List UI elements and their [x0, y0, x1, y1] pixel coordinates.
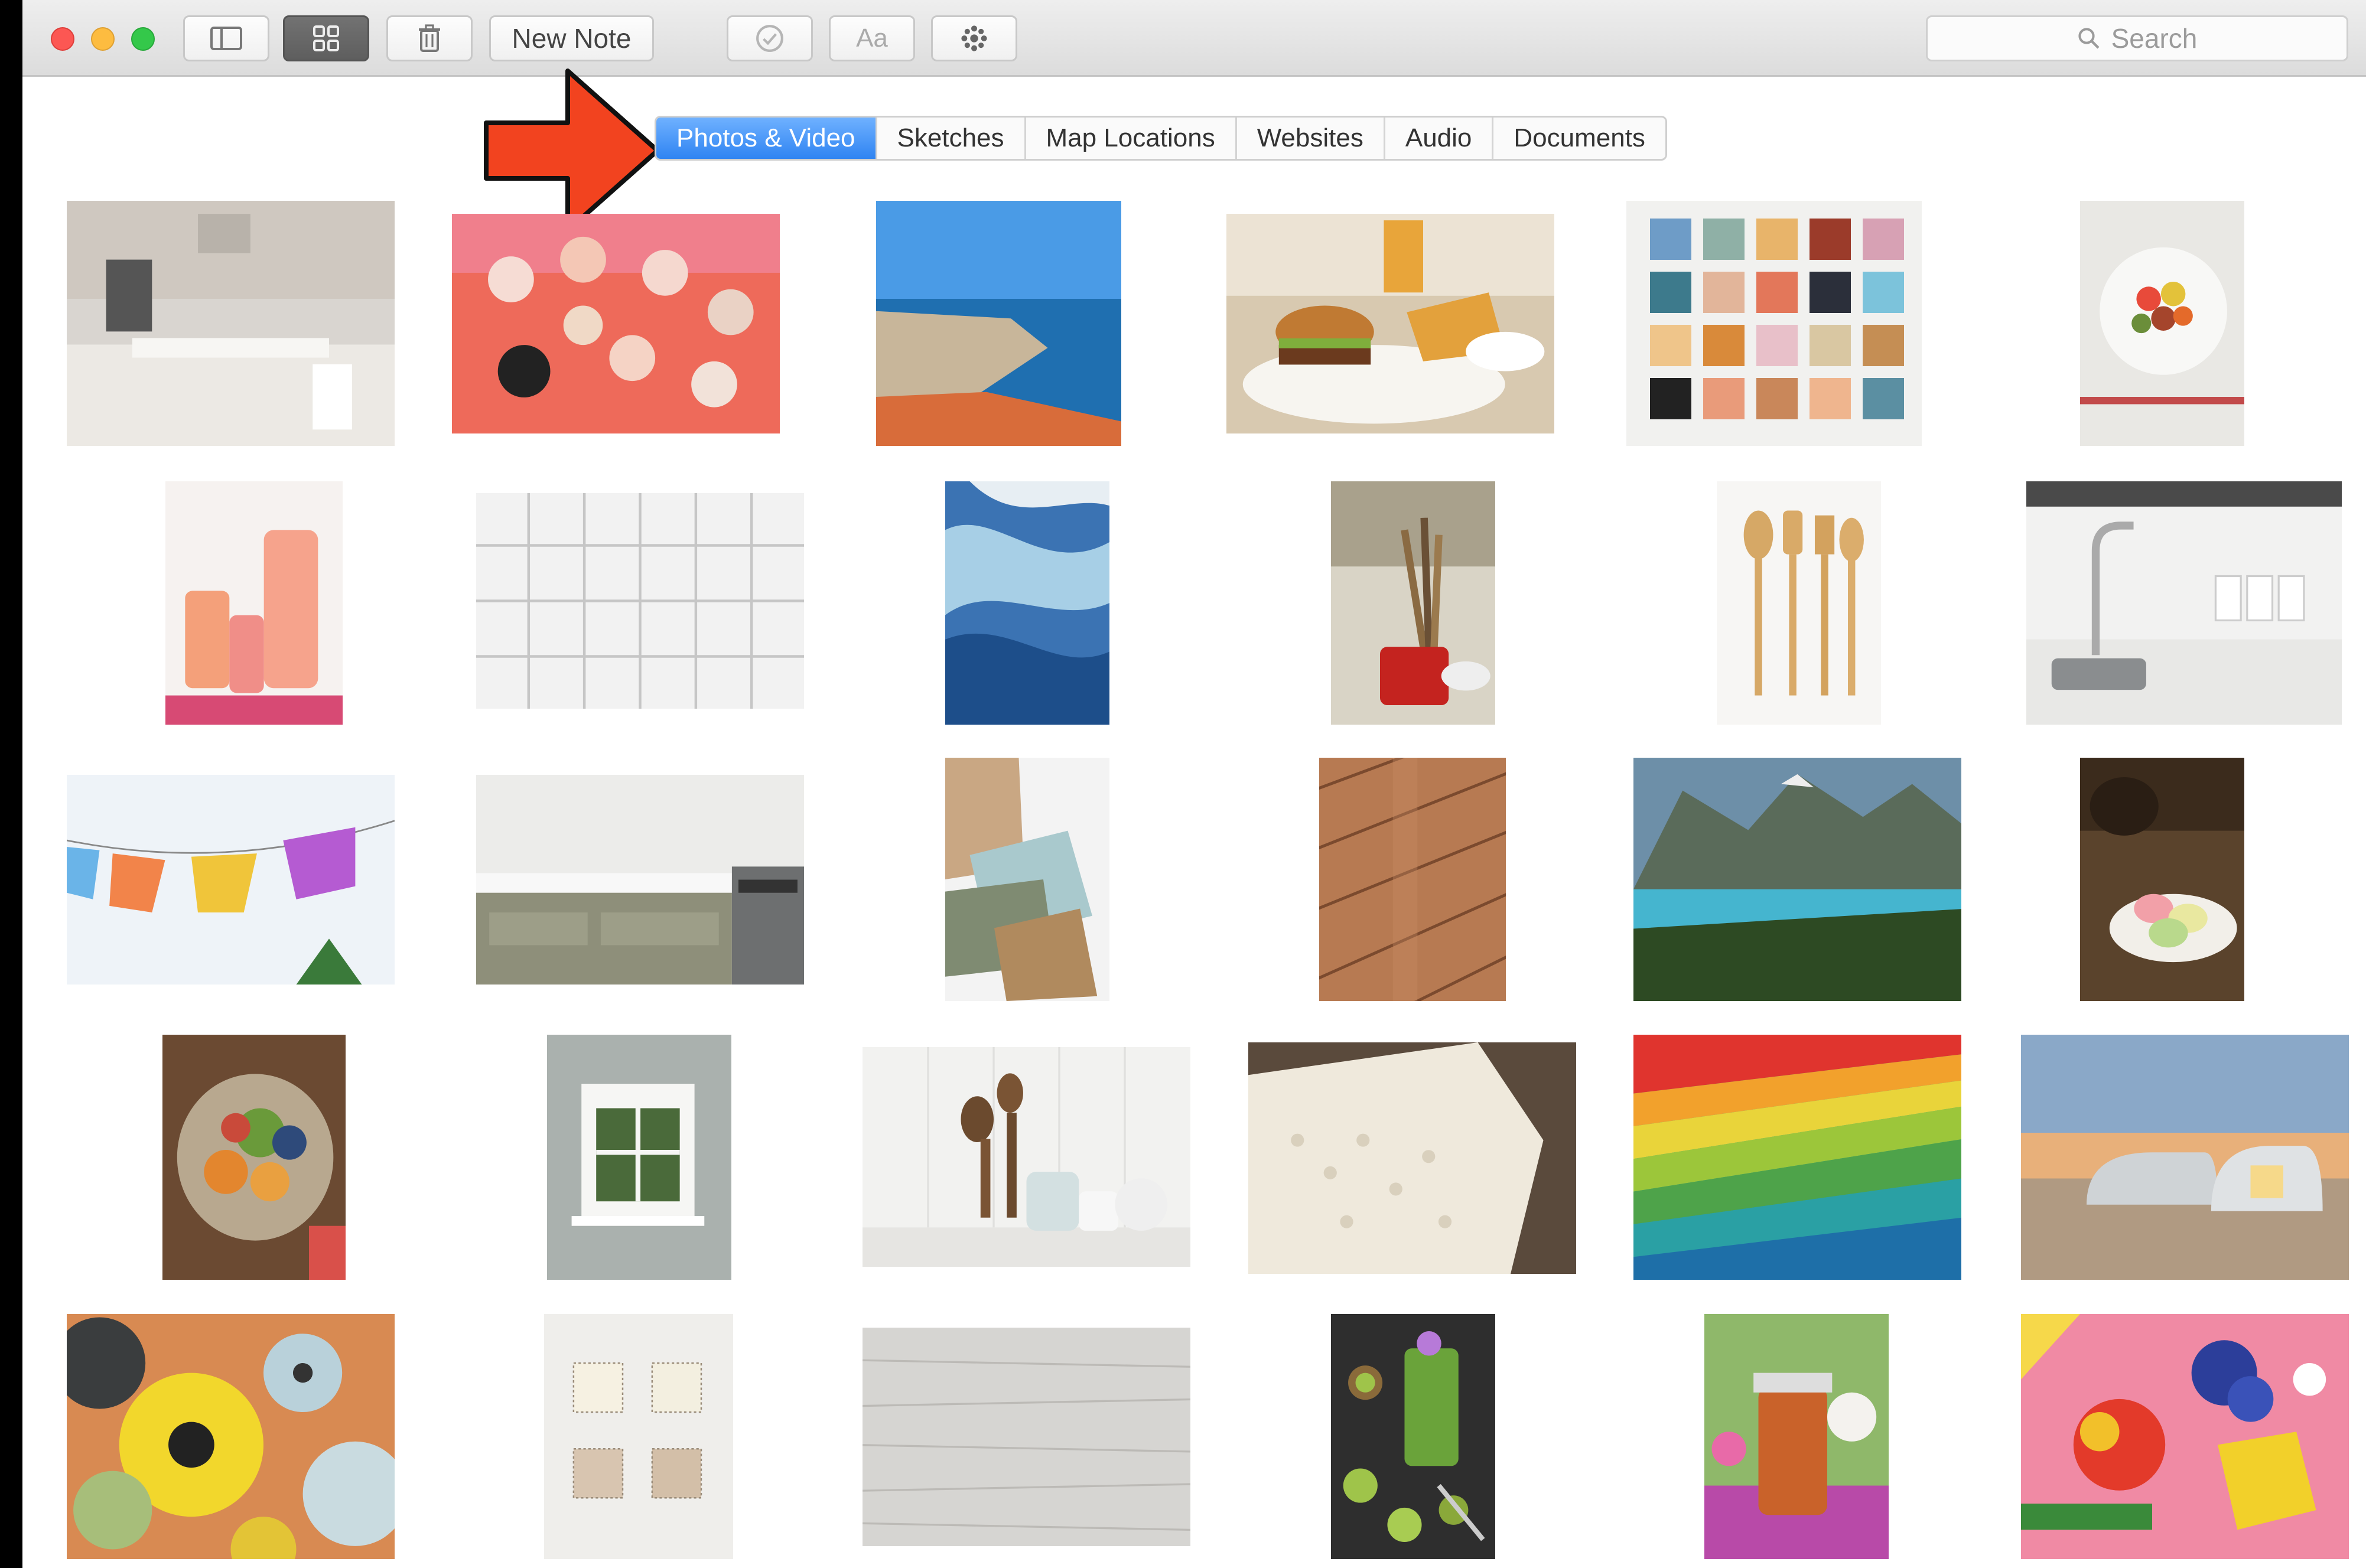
tab-photos-video[interactable]: Photos & Video	[656, 118, 876, 159]
tab-label: Documents	[1514, 123, 1645, 152]
attachment-thumbnail-blue-fabric[interactable]	[945, 481, 1109, 725]
tab-label: Map Locations	[1046, 123, 1215, 152]
new-note-button[interactable]: New Note	[489, 15, 654, 61]
gallery-grid-icon	[313, 25, 339, 51]
zoom-window-button[interactable]	[131, 27, 155, 51]
attachment-thumbnail-burger[interactable]	[1226, 214, 1554, 433]
attachment-thumbnail-window[interactable]	[547, 1035, 731, 1280]
search-placeholder: Search	[2111, 23, 2198, 54]
attachment-thumbnail-wood-floor[interactable]	[1319, 758, 1506, 1001]
attachment-thumbnail-mountain-lake[interactable]	[1633, 758, 1961, 1001]
attachment-thumbnail-fruit-platter[interactable]	[162, 1035, 346, 1280]
attachment-thumbnail-color-swatches[interactable]	[1626, 201, 1922, 446]
attachment-thumbnail-pink-drinks[interactable]	[165, 481, 343, 725]
checklist-button[interactable]	[727, 15, 813, 61]
tab-label: Sketches	[897, 123, 1004, 152]
attachment-thumbnail-utensils-in-mug[interactable]	[1331, 481, 1495, 725]
delete-button[interactable]	[386, 15, 473, 61]
tab-audio[interactable]: Audio	[1383, 118, 1492, 159]
attachment-thumbnail-tea-jar[interactable]	[1704, 1314, 1889, 1559]
format-button[interactable]: Aa	[829, 15, 915, 61]
attachment-thumbnail-fruit-bowl[interactable]	[2080, 201, 2244, 446]
attachment-thumbnail-fabric-samples[interactable]	[945, 758, 1109, 1001]
share-button[interactable]	[931, 15, 1017, 61]
attachment-thumbnail-white-tiles[interactable]	[476, 493, 804, 709]
attachment-thumbnail-wooden-utensils[interactable]	[1717, 481, 1881, 725]
tab-sketches[interactable]: Sketches	[875, 118, 1024, 159]
tab-websites[interactable]: Websites	[1235, 118, 1384, 159]
attachment-thumbnail-white-wood[interactable]	[863, 1328, 1190, 1546]
search-field[interactable]: Search	[1926, 15, 2348, 61]
tab-map-locations[interactable]: Map Locations	[1024, 118, 1235, 159]
search-icon	[2078, 28, 2100, 49]
toolbar: New Note Aa Search	[22, 0, 2366, 77]
minimize-window-button[interactable]	[91, 27, 115, 51]
attachment-thumbnail-fabric-tags[interactable]	[544, 1314, 733, 1559]
attachment-thumbnail-colorful-fabric[interactable]	[1633, 1035, 1961, 1280]
attachment-thumbnail-green-smoothie[interactable]	[1331, 1314, 1495, 1559]
attachment-thumbnail-oilcloth-pattern[interactable]	[2021, 1314, 2349, 1559]
notes-window: New Note Aa Search Photos & Video Sketch…	[22, 0, 2366, 1568]
attachment-thumbnail-lace-fabric[interactable]	[1248, 1042, 1576, 1274]
attachment-thumbnail-stove-counter[interactable]	[476, 775, 804, 985]
attachment-thumbnail-wooden-spoons[interactable]	[863, 1047, 1190, 1267]
attachment-thumbnail-coastal-town[interactable]	[876, 201, 1121, 446]
font-format-label: Aa	[856, 24, 888, 53]
attachment-category-tabs: Photos & Video Sketches Map Locations We…	[655, 116, 1667, 161]
attachment-thumbnail-kitchen-sink[interactable]	[2026, 481, 2342, 725]
attachment-thumbnail-macarons[interactable]	[2080, 758, 2244, 1001]
attachment-thumbnail-kitchen[interactable]	[67, 201, 395, 446]
checklist-icon	[756, 25, 783, 52]
tab-label: Websites	[1257, 123, 1363, 152]
sidebar-toggle-icon	[210, 27, 242, 50]
toggle-sidebar-button[interactable]	[183, 15, 269, 61]
tab-label: Photos & Video	[676, 123, 855, 152]
tab-documents[interactable]: Documents	[1492, 118, 1665, 159]
attachment-thumbnail-vases[interactable]	[67, 1314, 395, 1559]
share-icon	[961, 25, 987, 51]
trash-icon	[419, 24, 440, 52]
close-window-button[interactable]	[51, 27, 74, 51]
attachment-thumbnail-airstream-trailer[interactable]	[2021, 1035, 2349, 1280]
annotation-arrow-icon	[484, 69, 660, 233]
attachment-thumbnail-paper-flags[interactable]	[67, 775, 395, 985]
attachment-thumbnail-cupcakes[interactable]	[452, 214, 780, 433]
new-note-label: New Note	[512, 23, 632, 54]
attachments-browser-button[interactable]	[283, 15, 369, 61]
tab-label: Audio	[1405, 123, 1472, 152]
